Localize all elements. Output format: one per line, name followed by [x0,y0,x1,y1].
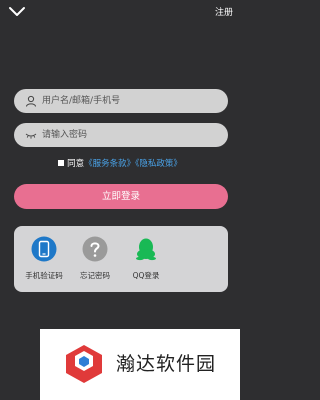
watermark-text: 瀚达软件园 [116,353,217,375]
phone-icon [31,236,57,262]
chevron-down-icon[interactable] [8,6,26,18]
agreement-row: 同意《服务条款》《隐私政策》 [0,157,240,169]
user-icon [26,95,36,107]
watermark-logo [66,345,102,383]
password-field[interactable]: 请输入密码 [14,123,228,147]
eye-closed-icon[interactable] [25,129,37,141]
privacy-link[interactable]: 《隐私政策》 [135,159,182,169]
login-button[interactable]: 立即登录 [14,184,228,209]
terms-link[interactable]: 《服务条款》 [84,159,135,169]
top-bar: 注册 [0,0,240,26]
register-link[interactable]: 注册 [215,5,233,18]
qq-login-option[interactable]: QQ登录 [116,236,176,281]
agree-prefix: 同意 [67,159,85,169]
username-placeholder: 用户名/邮箱/手机号 [42,96,121,106]
qq-login-label: QQ登录 [132,271,160,280]
alt-login-panel: 手机验证码 忘记密码 QQ登录 [14,226,228,292]
agree-checkbox[interactable] [58,159,65,166]
question-icon [82,236,108,262]
qq-penguin-icon [136,238,156,261]
password-placeholder: 请输入密码 [42,130,88,140]
watermark-banner: 瀚达软件园 [40,329,240,400]
username-field[interactable]: 用户名/邮箱/手机号 [14,89,228,113]
